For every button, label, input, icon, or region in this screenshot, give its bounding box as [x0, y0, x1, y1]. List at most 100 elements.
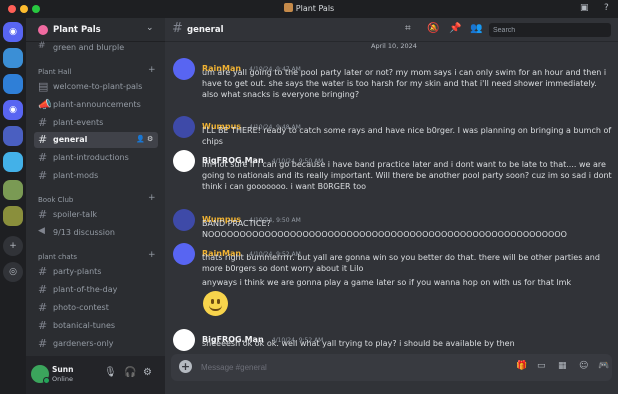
search-input[interactable]: [489, 23, 611, 37]
username: Sunn: [52, 365, 74, 374]
chat-area: # general ⌗ 🔕 📌 👥 April 10, 2024 RainMan…: [165, 18, 618, 394]
member-list-icon[interactable]: 👥: [470, 23, 482, 34]
hash-icon: #: [38, 133, 48, 146]
thread-icon: #: [38, 41, 46, 51]
add-channel-icon[interactable]: +: [148, 250, 156, 260]
category-plant-chats[interactable]: plant chats: [38, 253, 77, 261]
hash-icon: #: [38, 116, 48, 129]
avatar[interactable]: [173, 116, 195, 138]
avatar[interactable]: [173, 209, 195, 231]
hash-icon: #: [38, 169, 48, 182]
channel-item[interactable]: # plant-mods: [34, 168, 158, 184]
channel-item[interactable]: # green and blurple: [34, 40, 158, 56]
add-server-button[interactable]: +: [3, 236, 23, 256]
avatar[interactable]: [173, 243, 195, 265]
channel-item[interactable]: # gardeners-only: [34, 336, 158, 352]
gear-icon[interactable]: ⚙: [147, 135, 153, 143]
message-content: sheeeesh ok ok ok. well what yall trying…: [202, 339, 515, 348]
announcement-icon: 📣: [38, 98, 52, 111]
activities-icon[interactable]: 🎮: [598, 361, 609, 371]
discord-icon: ◉: [9, 105, 17, 115]
channel-item[interactable]: ◀ 9/13 discussion: [34, 225, 158, 241]
message-input[interactable]: [201, 361, 451, 374]
window-title: Plant Pals: [0, 3, 618, 13]
message-content: um are yall going to the pool party late…: [202, 68, 607, 99]
channel-item[interactable]: ▤ welcome-to-plant-pals: [34, 79, 158, 95]
server-name: Plant Pals: [53, 25, 101, 35]
voice-icon: ◀: [38, 226, 45, 236]
rules-icon: ▤: [38, 80, 49, 93]
microphone-icon[interactable]: 🎙: [104, 367, 117, 378]
hash-icon: #: [38, 283, 48, 296]
user-panel: Sunn Online 🎙 🎧 ⚙: [26, 356, 165, 394]
gif-icon[interactable]: ▭: [537, 361, 546, 371]
threads-icon[interactable]: ⌗: [405, 23, 411, 34]
mute-bell-icon[interactable]: 🔕: [427, 23, 439, 34]
channel-sidebar: Plant Pals ⌄ # green and blurple Plant H…: [26, 18, 165, 394]
online-status-icon: [43, 377, 50, 384]
category-plant-hall[interactable]: Plant Hall: [38, 68, 71, 76]
pin-icon[interactable]: 📌: [449, 23, 461, 34]
server-header[interactable]: Plant Pals ⌄: [26, 18, 165, 42]
server-icon-1[interactable]: [3, 48, 23, 68]
channel-title: general: [187, 25, 224, 35]
sticker-icon[interactable]: ▦: [558, 361, 567, 371]
avatar[interactable]: [173, 58, 195, 80]
server-icon-6[interactable]: [3, 180, 23, 200]
channel-item[interactable]: # plant-of-the-day: [34, 282, 158, 298]
message-content: BAND PRACTICE? NOOOOOOOOOOOOOOOOOOOOOOOO…: [202, 219, 567, 239]
server-avatar-icon: [38, 25, 48, 35]
server-rail: ◉ ◉ + ◎: [0, 18, 26, 394]
server-icon-7[interactable]: [3, 206, 23, 226]
slightly-smiling-face-emoji[interactable]: [203, 291, 228, 316]
discover-button[interactable]: ◎: [3, 262, 23, 282]
hash-icon: #: [38, 265, 48, 278]
app-icon: [283, 3, 293, 12]
server-icon-5[interactable]: [3, 152, 23, 172]
compass-icon: ◎: [9, 267, 17, 277]
date-divider: April 10, 2024: [371, 42, 417, 50]
server-icon-3[interactable]: ◉: [3, 100, 23, 120]
invite-icon[interactable]: 👤: [136, 135, 145, 143]
message-content: anyways i think we are gonna play a game…: [202, 278, 572, 287]
message-content: thats right bummerrrrr. but yall are gon…: [202, 253, 600, 273]
hash-icon: #: [172, 21, 183, 36]
message-composer: + 🎁 ▭ ▦ ☺ 🎮: [171, 354, 612, 381]
window-titlebar: Plant Pals ▣ ?: [0, 0, 618, 18]
home-button[interactable]: ◉: [3, 22, 23, 42]
hash-icon: #: [38, 337, 48, 350]
channel-item[interactable]: # plant-introductions: [34, 150, 158, 166]
headphones-icon[interactable]: 🎧: [124, 367, 136, 378]
add-channel-icon[interactable]: +: [148, 193, 156, 203]
hash-icon: #: [38, 151, 48, 164]
avatar[interactable]: [173, 150, 195, 172]
plus-icon[interactable]: +: [179, 360, 192, 373]
message-content: im not sure if i can go because i have b…: [202, 160, 612, 191]
channel-item[interactable]: # plant-events: [34, 115, 158, 131]
emoji-icon[interactable]: ☺: [579, 361, 588, 371]
channel-item[interactable]: # party-plants: [34, 264, 158, 280]
message-content: I'LL BE THERE! ready to catch some rays …: [202, 126, 612, 146]
channel-item[interactable]: 📣 plant-announcements: [34, 97, 158, 113]
gift-icon[interactable]: 🎁: [516, 361, 527, 371]
user-status: Online: [52, 375, 73, 383]
chevron-down-icon[interactable]: ⌄: [146, 23, 154, 33]
channel-item[interactable]: # spoiler-talk: [34, 207, 158, 223]
channel-item-active[interactable]: # general 👤 ⚙: [34, 132, 158, 148]
channel-item[interactable]: # botanical-tunes: [34, 318, 158, 334]
avatar[interactable]: [173, 329, 195, 351]
hash-icon: #: [38, 208, 48, 221]
server-icon-4[interactable]: [3, 126, 23, 146]
channel-header: # general ⌗ 🔕 📌 👥: [165, 18, 618, 42]
add-channel-icon[interactable]: +: [148, 65, 156, 75]
help-icon[interactable]: ?: [604, 3, 609, 13]
category-book-club[interactable]: Book Club: [38, 196, 73, 204]
hash-icon: #: [38, 319, 48, 332]
plus-icon: +: [9, 241, 17, 251]
server-icon-2[interactable]: [3, 74, 23, 94]
channel-item[interactable]: # photo-contest: [34, 300, 158, 316]
inbox-icon[interactable]: ▣: [580, 3, 589, 13]
discord-icon: ◉: [9, 27, 17, 37]
gear-icon[interactable]: ⚙: [143, 367, 152, 378]
hash-icon: #: [38, 301, 48, 314]
